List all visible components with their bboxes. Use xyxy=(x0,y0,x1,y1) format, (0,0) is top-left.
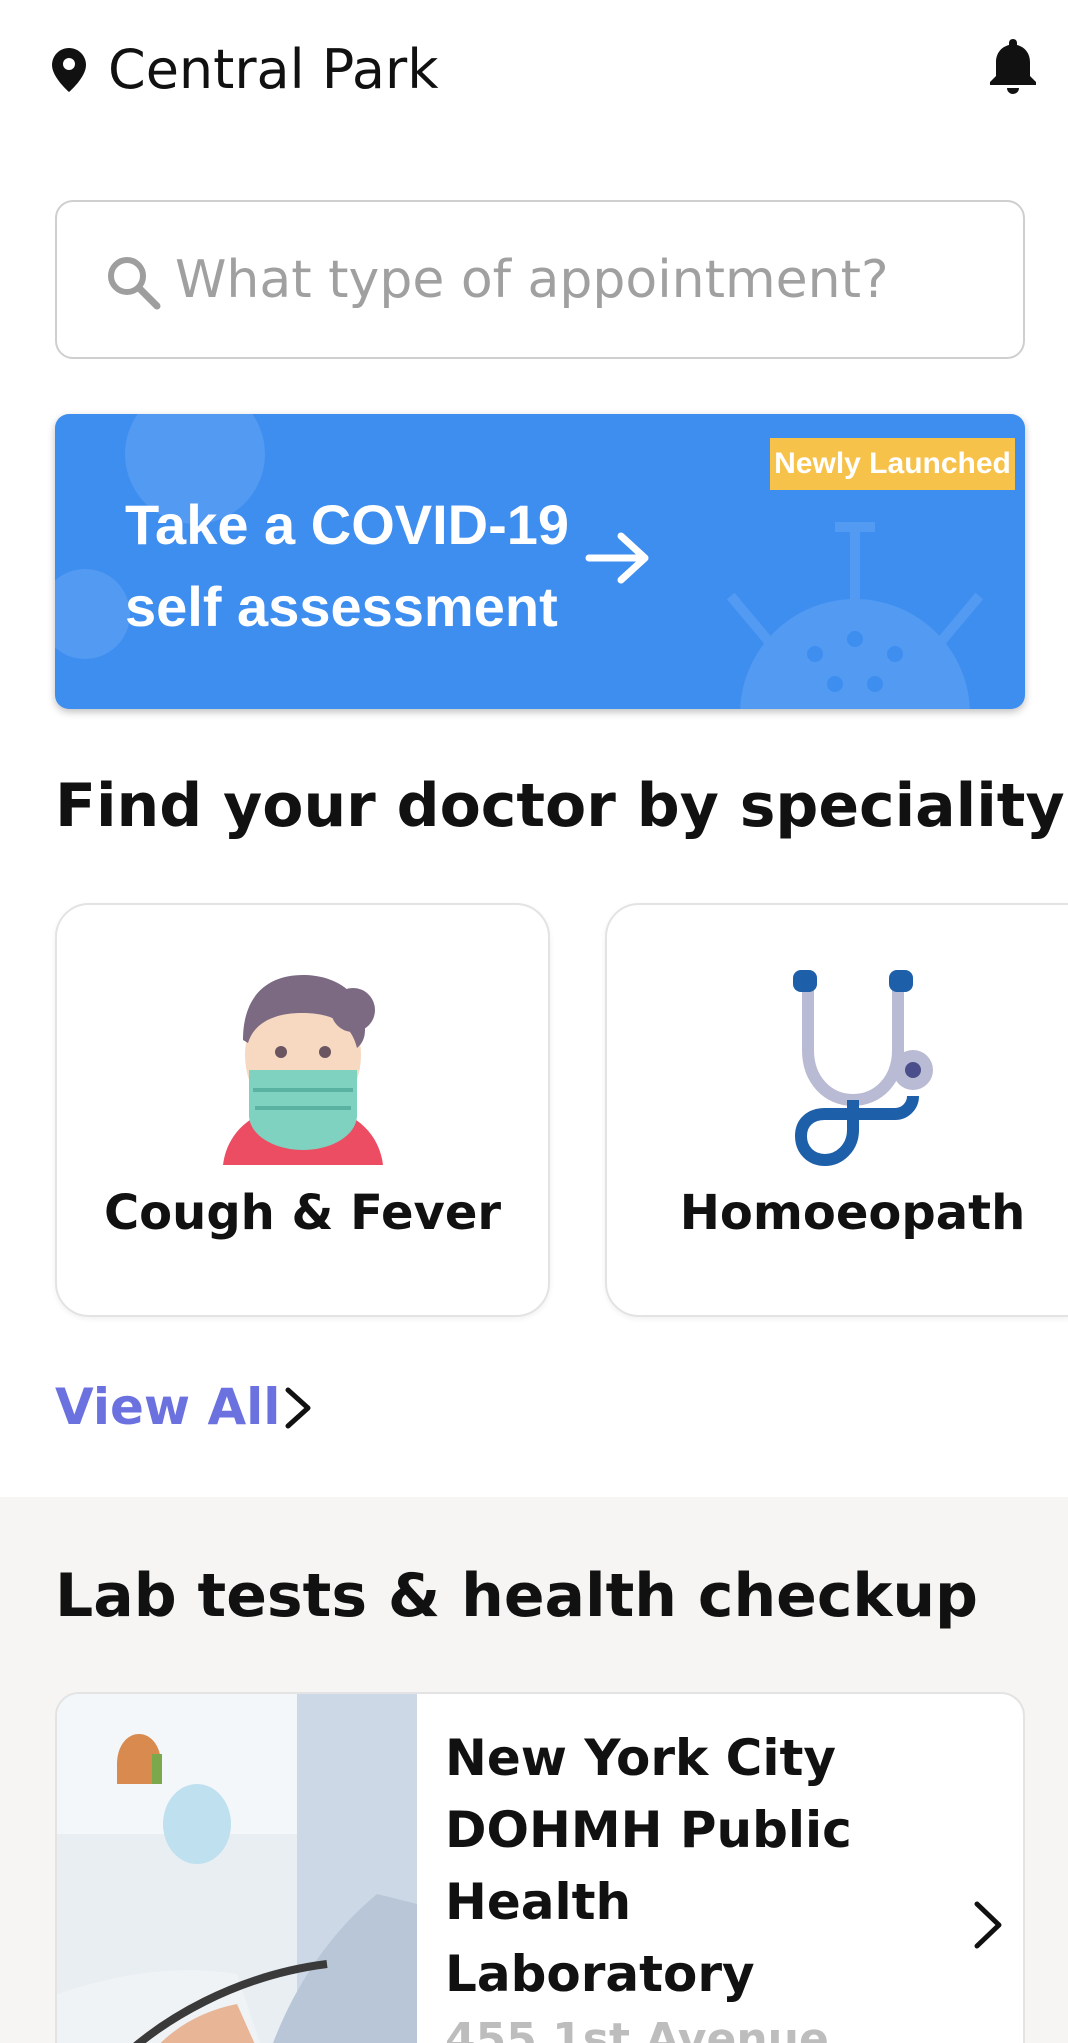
location-pin-icon[interactable] xyxy=(52,48,86,92)
view-all-link[interactable]: View All xyxy=(55,1374,280,1440)
search-input[interactable] xyxy=(175,238,995,322)
stethoscope-icon xyxy=(792,970,933,1167)
arrow-right-icon xyxy=(585,532,649,584)
speciality-label: Homoeopath xyxy=(679,1185,1026,1241)
masked-person-icon xyxy=(222,975,383,1165)
lab-section-title: Lab tests & health checkup xyxy=(55,1561,978,1631)
chevron-right-icon[interactable] xyxy=(278,1386,318,1430)
speciality-card-cough-fever[interactable]: Cough & Fever xyxy=(55,903,550,1317)
chevron-right-icon[interactable] xyxy=(967,1900,1007,1950)
bell-icon[interactable] xyxy=(988,36,1038,96)
search-icon xyxy=(108,257,161,310)
new-badge: Newly Launched xyxy=(770,438,1015,490)
lab-name: New York City DOHMH Public Health Labora… xyxy=(445,1729,852,2003)
covid-assessment-banner[interactable]: Take a COVID-19 self assessment Newly La… xyxy=(55,414,1025,709)
speciality-card-homoeopath[interactable]: Homoeopath xyxy=(605,903,1068,1317)
speciality-section-title: Find your doctor by speciality xyxy=(55,771,1065,841)
doctor-photo xyxy=(57,1694,417,2043)
lab-card[interactable]: New York City DOHMH Public Health Labora… xyxy=(55,1692,1025,2043)
banner-line-2: self assessment xyxy=(125,575,558,638)
header: Central Park xyxy=(0,0,1068,140)
location-label[interactable]: Central Park xyxy=(108,36,439,104)
banner-line-1: Take a COVID-19 xyxy=(125,493,570,556)
lab-address: 455 1st Avenue, New xyxy=(445,2014,846,2043)
banner-headline: Take a COVID-19 self assessment xyxy=(125,484,569,648)
search-box[interactable] xyxy=(55,200,1025,359)
speciality-label: Cough & Fever xyxy=(103,1185,502,1241)
